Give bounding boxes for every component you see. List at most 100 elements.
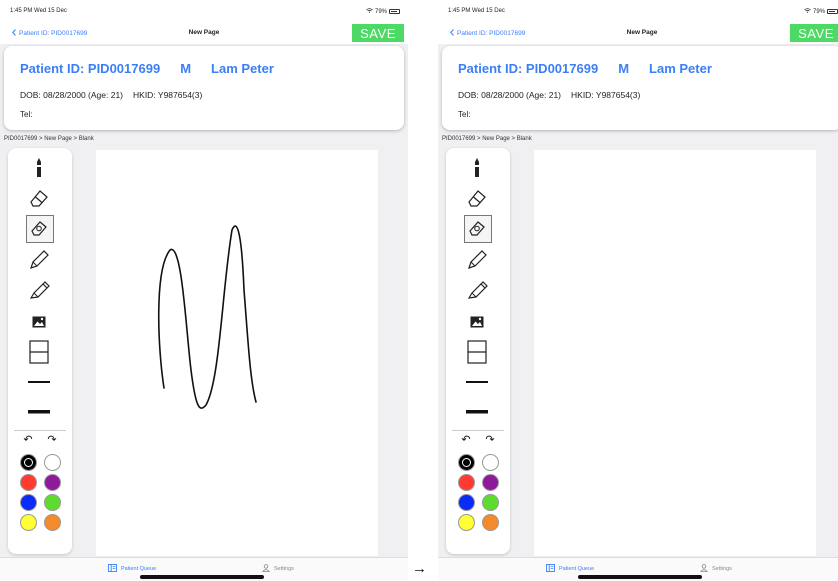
tab-patient-queue-label: Patient Queue xyxy=(559,566,595,572)
thick-line-tool-button[interactable] xyxy=(462,398,492,426)
stroke-eraser-tool-button[interactable] xyxy=(462,214,492,243)
stroke-eraser-icon xyxy=(29,219,49,237)
battery-status: 79% xyxy=(366,8,400,15)
thick-line-tool-button[interactable] xyxy=(24,398,54,426)
thick-line-icon xyxy=(28,409,50,415)
template-lines-icon xyxy=(29,340,49,364)
patient-tel: Tel: xyxy=(458,110,471,119)
tool-divider xyxy=(14,430,66,431)
color-swatch[interactable] xyxy=(44,494,61,511)
pen-tool-button[interactable] xyxy=(462,154,492,182)
color-swatch[interactable] xyxy=(44,454,61,471)
color-swatch[interactable] xyxy=(44,514,61,531)
wifi-icon xyxy=(366,8,373,15)
redo-icon[interactable]: ↷ xyxy=(482,434,498,446)
color-swatch[interactable] xyxy=(20,494,37,511)
highlighter-tool-button[interactable] xyxy=(462,276,492,304)
highlighter-tool-button[interactable] xyxy=(24,276,54,304)
color-swatch[interactable] xyxy=(458,514,475,531)
color-swatch[interactable] xyxy=(458,494,475,511)
pencil-icon xyxy=(28,249,50,271)
tab-patient-queue[interactable]: Patient Queue xyxy=(108,564,156,574)
eraser-icon xyxy=(28,188,50,208)
patient-header: Patient ID: PID0017699 M Lam Peter xyxy=(458,61,712,76)
color-swatch[interactable] xyxy=(482,494,499,511)
tab-settings[interactable]: Settings xyxy=(699,564,732,574)
thin-line-tool-button[interactable] xyxy=(462,368,492,396)
thin-line-tool-button[interactable] xyxy=(24,368,54,396)
battery-percent: 79% xyxy=(374,8,387,15)
drawing-canvas[interactable] xyxy=(534,150,816,556)
color-swatch[interactable] xyxy=(482,514,499,531)
tab-settings-label: Settings xyxy=(712,566,732,572)
color-swatch[interactable] xyxy=(20,514,37,531)
selected-color-ring xyxy=(24,458,33,467)
patient-sex: M xyxy=(180,61,192,76)
tab-bar: Patient Queue Settings xyxy=(0,557,408,581)
home-indicator xyxy=(140,575,264,579)
color-swatch[interactable] xyxy=(20,474,37,491)
wifi-icon xyxy=(804,8,811,15)
thick-line-icon xyxy=(466,409,488,415)
drawing-tool-panel: ↶ ↷ xyxy=(8,148,72,554)
highlighter-icon xyxy=(466,279,488,301)
tab-bar: Patient Queue Settings xyxy=(438,557,838,581)
image-icon xyxy=(470,316,484,328)
patient-details: DOB: 08/28/2000 (Age: 21) HKID: Y987654(… xyxy=(458,90,640,100)
back-button-label: Patient ID: PID0017699 xyxy=(19,30,88,37)
image-tool-button[interactable] xyxy=(462,308,492,336)
pen-tool-button[interactable] xyxy=(24,154,54,182)
color-swatch[interactable] xyxy=(44,474,61,491)
patient-id: Patient ID: PID0017699 xyxy=(458,61,599,76)
status-time: 1:45 PM Wed 15 Dec xyxy=(448,8,505,14)
pencil-icon xyxy=(466,249,488,271)
tab-patient-queue[interactable]: Patient Queue xyxy=(546,564,594,574)
color-swatch[interactable] xyxy=(20,454,37,471)
stroke-eraser-tool-button[interactable] xyxy=(24,214,54,243)
person-icon xyxy=(699,564,709,574)
battery-icon xyxy=(389,9,400,14)
back-button[interactable]: Patient ID: PID0017699 xyxy=(450,29,525,38)
redo-icon[interactable]: ↷ xyxy=(44,434,60,446)
pen-icon xyxy=(472,157,482,179)
screenshot-after: 1:45 PM Wed 15 Dec 79% Patient ID: PID00… xyxy=(438,0,838,581)
back-button[interactable]: Patient ID: PID0017699 xyxy=(12,29,87,38)
patient-dob: DOB: 08/28/2000 (Age: 21) xyxy=(20,90,124,100)
color-swatch[interactable] xyxy=(458,454,475,471)
image-tool-button[interactable] xyxy=(24,308,54,336)
eraser-tool-button[interactable] xyxy=(24,184,54,212)
color-swatch[interactable] xyxy=(482,454,499,471)
color-swatch[interactable] xyxy=(458,474,475,491)
chevron-left-icon xyxy=(12,29,16,38)
eraser-tool-button[interactable] xyxy=(462,184,492,212)
battery-icon xyxy=(827,9,838,14)
patient-details: DOB: 08/28/2000 (Age: 21) HKID: Y987654(… xyxy=(20,90,202,100)
template-lines-tool-button[interactable] xyxy=(462,338,492,366)
status-bar: 1:45 PM Wed 15 Dec 79% xyxy=(0,0,408,22)
patient-queue-icon xyxy=(108,564,117,574)
pencil-tool-button[interactable] xyxy=(462,246,492,274)
drawing-canvas[interactable] xyxy=(96,150,378,556)
undo-icon[interactable]: ↶ xyxy=(20,434,36,446)
person-icon xyxy=(261,564,271,574)
pencil-tool-button[interactable] xyxy=(24,246,54,274)
patient-info-card: Patient ID: PID0017699 M Lam Peter DOB: … xyxy=(4,46,404,130)
color-swatch[interactable] xyxy=(482,474,499,491)
undo-icon[interactable]: ↶ xyxy=(458,434,474,446)
highlighter-icon xyxy=(28,279,50,301)
drawing-tool-panel: ↶ ↷ xyxy=(446,148,510,554)
image-icon xyxy=(32,316,46,328)
patient-header: Patient ID: PID0017699 M Lam Peter xyxy=(20,61,274,76)
status-bar: 1:45 PM Wed 15 Dec 79% xyxy=(438,0,838,22)
save-button[interactable]: SAVE xyxy=(352,24,404,42)
status-time: 1:45 PM Wed 15 Dec xyxy=(10,8,67,14)
patient-name: Lam Peter xyxy=(649,61,712,76)
template-lines-tool-button[interactable] xyxy=(24,338,54,366)
selected-color-ring xyxy=(462,458,471,467)
tab-settings[interactable]: Settings xyxy=(261,564,294,574)
navigation-bar: Patient ID: PID0017699 New Page SAVE xyxy=(438,22,838,44)
save-button[interactable]: SAVE xyxy=(790,24,838,42)
transition-arrow: → xyxy=(412,560,427,577)
back-button-label: Patient ID: PID0017699 xyxy=(457,30,526,37)
patient-hkid: HKID: Y987654(3) xyxy=(571,90,641,100)
